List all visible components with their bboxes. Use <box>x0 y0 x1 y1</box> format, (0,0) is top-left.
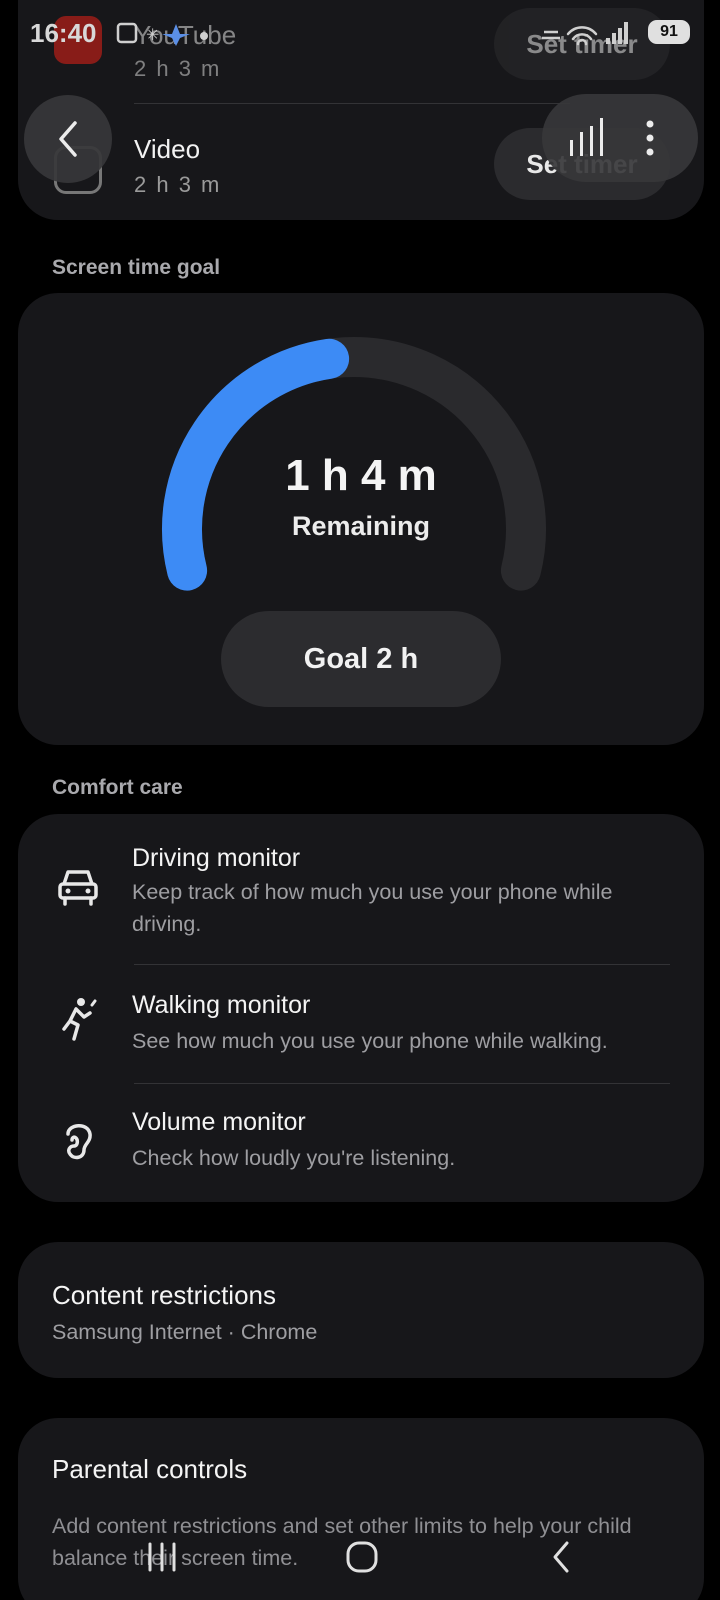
screen-time-goal-card: 1 h 4 m Remaining Goal 2 h <box>18 293 704 745</box>
back-icon <box>553 1541 569 1573</box>
top-actions-group <box>542 94 698 182</box>
comfort-care-card: Driving monitor Keep track of how much y… <box>18 814 704 1202</box>
system-navigation-bar <box>0 1522 720 1600</box>
notification-icons: ✳ <box>116 22 208 46</box>
section-label-screen-time-goal: Screen time goal <box>52 256 221 279</box>
more-options-button[interactable] <box>638 116 662 160</box>
section-label-comfort-care: Comfort care <box>52 776 183 799</box>
goal-button[interactable]: Goal 2 h <box>221 611 501 707</box>
back-button[interactable] <box>24 95 112 183</box>
connectivity-icons <box>542 22 628 46</box>
app-name: Video <box>134 134 201 164</box>
ear-icon <box>66 1124 92 1160</box>
more-vertical-icon <box>646 120 654 156</box>
chevron-left-icon <box>59 121 77 157</box>
walking-monitor-title: Walking monitor <box>132 991 311 1019</box>
bar-chart-icon <box>570 118 603 156</box>
home-icon <box>346 1541 378 1573</box>
walking-icon <box>62 998 97 1041</box>
system-back-button[interactable] <box>532 1532 592 1582</box>
volume-monitor-item[interactable]: Volume monitor Check how loudly you're l… <box>18 1084 704 1202</box>
driving-monitor-desc: Keep track of how much you use your phon… <box>132 880 613 936</box>
content-restrictions-title: Content restrictions <box>52 1280 276 1310</box>
car-icon <box>58 870 98 906</box>
status-bar: 16:40 ✳ 91 <box>0 0 720 64</box>
walking-monitor-item[interactable]: Walking monitor See how much you use you… <box>18 965 704 1083</box>
driving-monitor-item[interactable]: Driving monitor Keep track of how much y… <box>18 814 704 964</box>
remaining-label: Remaining <box>291 511 431 541</box>
volume-monitor-desc: Check how loudly you're listening. <box>132 1146 456 1170</box>
stats-button[interactable] <box>566 116 606 160</box>
recent-apps-icon <box>148 1542 176 1572</box>
svg-text:✳: ✳ <box>146 25 159 44</box>
walking-monitor-desc: See how much you use your phone while wa… <box>132 1029 608 1053</box>
driving-monitor-title: Driving monitor <box>132 844 301 872</box>
battery-indicator: 91 <box>648 20 690 44</box>
content-restrictions-sub: Samsung Internet · Chrome <box>52 1320 318 1344</box>
app-usage-time: 2 h 3 m <box>134 172 222 197</box>
content-restrictions-card[interactable]: Content restrictions Samsung Internet · … <box>18 1242 704 1378</box>
home-button[interactable] <box>332 1532 392 1582</box>
volume-monitor-title: Volume monitor <box>132 1108 306 1136</box>
remaining-time: 1 h 4 m <box>285 451 437 500</box>
parental-controls-title: Parental controls <box>52 1454 248 1484</box>
recent-apps-button[interactable] <box>132 1532 192 1582</box>
status-time: 16:40 <box>30 18 97 48</box>
